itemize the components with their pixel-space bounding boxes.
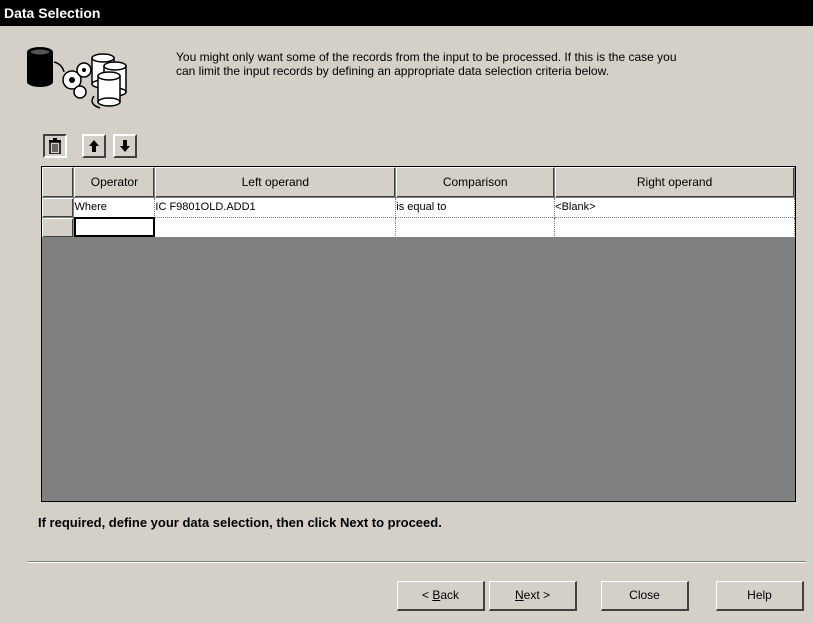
- move-up-button[interactable]: [82, 134, 106, 158]
- trash-icon: [49, 138, 61, 154]
- window-title: Data Selection: [0, 0, 813, 26]
- comparison-cell[interactable]: [395, 217, 556, 238]
- help-button[interactable]: Help: [716, 581, 804, 611]
- separator-line: [28, 561, 806, 563]
- column-header-comparison[interactable]: Comparison: [395, 167, 556, 198]
- data-selection-dialog: Data Selection You might only want some …: [0, 0, 813, 623]
- close-button[interactable]: Close: [601, 581, 689, 611]
- header-row: Operator Left operand Comparison Right o…: [42, 167, 795, 198]
- right-operand-cell[interactable]: [554, 217, 795, 238]
- intro-line-2: can limit the input records by defining …: [176, 64, 609, 78]
- next-button[interactable]: Next >: [489, 581, 577, 611]
- left-operand-cell[interactable]: IC F9801OLD.ADD1: [154, 197, 397, 218]
- arrow-up-icon: [89, 140, 99, 152]
- delete-row-button[interactable]: [43, 134, 67, 158]
- operator-cell[interactable]: Where: [73, 197, 156, 218]
- back-prefix: <: [421, 588, 433, 602]
- next-mnemonic: N: [514, 588, 524, 602]
- table-row[interactable]: Where IC F9801OLD.ADD1 is equal to <Blan…: [42, 197, 795, 218]
- next-rest: ext >: [523, 588, 551, 602]
- intro-line-1: You might only want some of the records …: [176, 50, 677, 64]
- intro-text: You might only want some of the records …: [176, 50, 776, 78]
- back-button[interactable]: < Back: [397, 581, 485, 611]
- arrow-down-icon: [120, 140, 130, 152]
- selection-grid[interactable]: Operator Left operand Comparison Right o…: [41, 166, 796, 502]
- operator-cell[interactable]: [73, 217, 156, 238]
- instruction-text: If required, define your data selection,…: [38, 515, 442, 530]
- row-selector[interactable]: [42, 217, 75, 238]
- back-rest: ack: [440, 588, 460, 602]
- move-down-button[interactable]: [113, 134, 137, 158]
- row-selector[interactable]: [42, 197, 75, 218]
- right-operand-cell[interactable]: <Blank>: [554, 197, 795, 218]
- comparison-cell[interactable]: is equal to: [395, 197, 556, 218]
- column-header-operator[interactable]: Operator: [73, 167, 156, 198]
- selection-table: Operator Left operand Comparison Right o…: [42, 167, 795, 238]
- table-row[interactable]: [42, 217, 795, 238]
- left-operand-cell[interactable]: [154, 217, 397, 238]
- row-selector-header: [42, 167, 75, 198]
- column-header-left-operand[interactable]: Left operand: [154, 167, 397, 198]
- database-icon: [27, 47, 127, 109]
- column-header-right-operand[interactable]: Right operand: [554, 167, 795, 198]
- dialog-content: You might only want some of the records …: [0, 26, 813, 623]
